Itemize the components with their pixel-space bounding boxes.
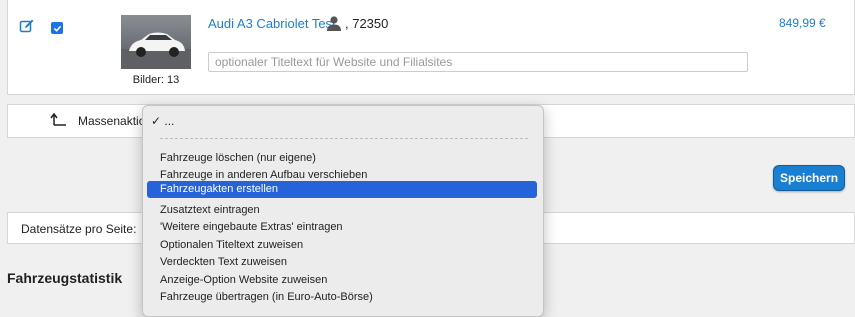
save-button[interactable]: Speichern — [773, 165, 845, 191]
dropdown-separator — [160, 138, 528, 139]
dropdown-option-create-files[interactable]: Fahrzeugakten erstellen — [147, 181, 537, 198]
person-icon — [327, 16, 341, 31]
dropdown-option-additional-text[interactable]: Zusatztext eintragen — [147, 202, 537, 219]
pictures-count: Bilder: 13 — [132, 74, 180, 86]
statistics-heading: Fahrzeugstatistik — [7, 270, 123, 286]
edit-icon[interactable] — [19, 18, 35, 34]
dropdown-option-website[interactable]: Anzeige-Option Website zuweisen — [147, 272, 537, 289]
mass-action-label: Massenaktionen — [78, 114, 142, 128]
vehicle-price: 849,99 € — [779, 16, 826, 30]
dropdown-option-extras[interactable]: 'Weitere eingebaute Extras' eintragen — [147, 219, 537, 236]
dropdown-option-transfer[interactable]: Fahrzeuge übertragen (in Euro-Auto-Börse… — [147, 289, 537, 306]
vehicle-thumbnail[interactable] — [121, 15, 191, 69]
dropdown-option-title-text[interactable]: Optionalen Titeltext zuweisen — [147, 237, 537, 254]
dropdown-option-delete[interactable]: Fahrzeuge löschen (nur eigene) — [147, 150, 537, 167]
arrow-up-left-icon — [50, 112, 66, 126]
select-checkbox[interactable] — [51, 22, 63, 34]
checkmark-icon — [53, 25, 61, 32]
records-per-page-label: Datensätze pro Seite: — [21, 222, 137, 236]
vehicle-row: Bilder: 13 Audi A3 Cabriolet Test , 7235… — [7, 0, 855, 95]
vehicle-number: , 72350 — [345, 16, 389, 31]
dropdown-selected-option[interactable]: ✓ ... — [151, 114, 174, 128]
dropdown-option-hidden-text[interactable]: Verdeckten Text zuweisen — [147, 254, 537, 271]
optional-title-input[interactable] — [208, 52, 748, 72]
mass-action-dropdown[interactable]: ✓ ... Fahrzeuge löschen (nur eigene) Fah… — [142, 105, 544, 317]
vehicle-title-link[interactable]: Audi A3 Cabriolet Test — [208, 16, 336, 31]
